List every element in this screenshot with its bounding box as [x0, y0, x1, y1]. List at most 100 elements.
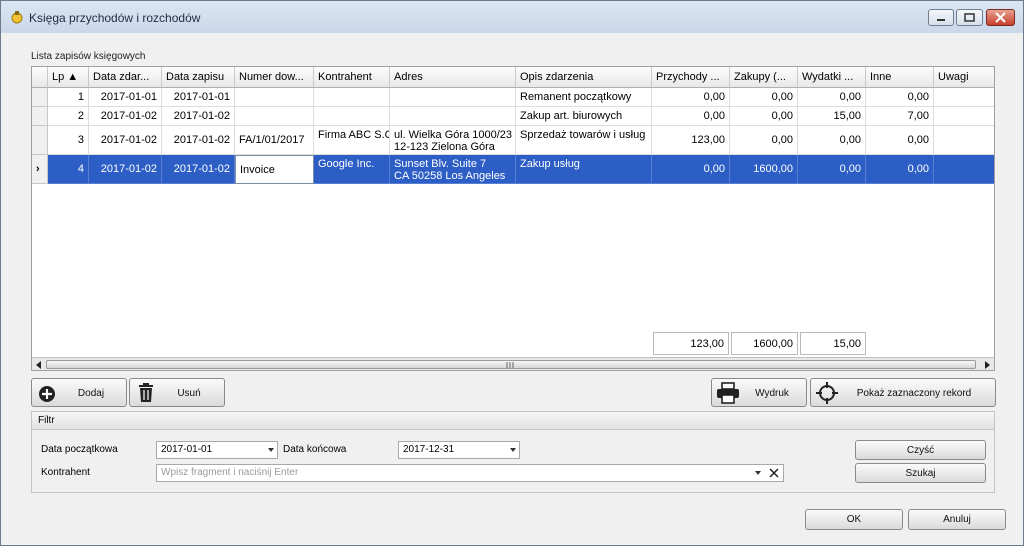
- cell-numer-editor[interactable]: Invoice: [235, 155, 314, 184]
- show-selected-button[interactable]: Pokaż zaznaczony rekord: [810, 378, 996, 407]
- end-date-picker[interactable]: 2017-12-31: [398, 441, 520, 459]
- ok-button[interactable]: OK: [805, 509, 903, 530]
- column-header-data-zdarzenia[interactable]: Data zdar...: [89, 67, 162, 88]
- clear-button[interactable]: Czyść: [855, 440, 986, 460]
- total-wydatki: 15,00: [800, 332, 866, 355]
- cell-data-zdarzenia: 2017-01-02: [89, 107, 162, 126]
- row-indicator: [32, 107, 48, 126]
- contractor-label: Kontrahent: [41, 467, 90, 478]
- title-bar[interactable]: Księga przychodów i rozchodów: [1, 1, 1023, 33]
- cell-numer: FA/1/01/2017: [235, 126, 314, 155]
- chevron-down-icon[interactable]: [510, 448, 516, 452]
- cell-adres: [390, 88, 516, 107]
- show-selected-button-label: Pokaż zaznaczony rekord: [856, 388, 972, 399]
- cell-adres: Sunset Blv. Suite 7 CA 50258 Los Angeles: [390, 155, 516, 184]
- cancel-button[interactable]: Anuluj: [908, 509, 1006, 530]
- row-indicator: [32, 88, 48, 107]
- cell-data-zapisu: 2017-01-01: [162, 88, 235, 107]
- cell-kontrahent: [314, 88, 390, 107]
- cell-inne: 0,00: [866, 155, 934, 184]
- row-indicator: [32, 126, 48, 155]
- close-button[interactable]: [986, 9, 1015, 26]
- column-header-data-zapisu[interactable]: Data zapisu: [162, 67, 235, 88]
- filter-panel: Filtr Data początkowa 2017-01-01 Data ko…: [31, 411, 995, 493]
- cell-zakupy: 0,00: [730, 88, 798, 107]
- search-button-label: Szukaj: [905, 468, 936, 479]
- column-header-wydatki[interactable]: Wydatki ...: [798, 67, 866, 88]
- clear-x-icon[interactable]: [769, 468, 779, 478]
- address-line-1: Sunset Blv. Suite 7: [394, 158, 487, 170]
- cell-data-zapisu: 2017-01-02: [162, 155, 235, 184]
- cell-kontrahent: Firma ABC S.C.: [314, 126, 390, 155]
- scrollbar-thumb[interactable]: [46, 360, 976, 369]
- ok-button-label: OK: [846, 514, 862, 525]
- cell-data-zapisu: 2017-01-02: [162, 126, 235, 155]
- cancel-button-label: Anuluj: [943, 514, 971, 525]
- cell-data-zapisu: 2017-01-02: [162, 107, 235, 126]
- search-button[interactable]: Szukaj: [855, 463, 986, 483]
- cell-uwagi: [934, 107, 994, 126]
- main-window: Księga przychodów i rozchodów Lista zapi…: [0, 0, 1024, 546]
- maximize-button[interactable]: [956, 9, 983, 26]
- cell-inne: 0,00: [866, 88, 934, 107]
- records-table[interactable]: Lp ▲ Data zdar... Data zapisu Numer dow.…: [31, 66, 995, 371]
- cell-wydatki: 15,00: [798, 107, 866, 126]
- cell-lp: 4: [48, 155, 89, 184]
- cell-opis: Sprzedaż towarów i usług: [516, 126, 652, 155]
- end-date-value: 2017-12-31: [403, 444, 455, 455]
- cell-numer: [235, 107, 314, 126]
- column-header-opis[interactable]: Opis zdarzenia: [516, 67, 652, 88]
- column-header-lp[interactable]: Lp ▲: [48, 67, 89, 88]
- remove-button-label: Usuń: [177, 388, 201, 399]
- minimize-icon: [937, 19, 945, 21]
- contractor-input[interactable]: Wpisz fragment i naciśnij Enter: [156, 464, 784, 482]
- minimize-button[interactable]: [928, 9, 954, 26]
- filter-title: Filtr: [32, 412, 994, 430]
- column-header-inne[interactable]: Inne: [866, 67, 934, 88]
- cell-adres: ul. Wielka Góra 1000/23 12-123 Zielona G…: [390, 126, 516, 155]
- grip-icon: [506, 362, 514, 368]
- column-header-adres[interactable]: Adres: [390, 67, 516, 88]
- start-date-label: Data początkowa: [41, 444, 118, 455]
- chevron-down-icon[interactable]: [268, 448, 274, 452]
- header-indicator: [32, 67, 48, 88]
- cell-lp: 1: [48, 88, 89, 107]
- cell-wydatki: 0,00: [798, 126, 866, 155]
- address-line-2: CA 50258 Los Angeles: [394, 170, 506, 182]
- column-header-zakupy[interactable]: Zakupy (...: [730, 67, 798, 88]
- end-date-label: Data końcowa: [283, 444, 347, 455]
- cell-przychody: 0,00: [652, 155, 730, 184]
- list-label: Lista zapisów księgowych: [31, 51, 146, 62]
- print-button[interactable]: Wydruk: [711, 378, 807, 407]
- maximize-icon: [964, 13, 975, 22]
- cell-uwagi: [934, 88, 994, 107]
- cell-zakupy: 0,00: [730, 126, 798, 155]
- cell-opis: Zakup art. biurowych: [516, 107, 652, 126]
- column-header-numer[interactable]: Numer dow...: [235, 67, 314, 88]
- cell-numer: [235, 88, 314, 107]
- chevron-down-icon[interactable]: [755, 471, 761, 475]
- add-button[interactable]: Dodaj: [31, 378, 127, 407]
- cell-wydatki: 0,00: [798, 155, 866, 184]
- print-button-label: Wydruk: [755, 388, 789, 399]
- horizontal-scrollbar[interactable]: [32, 357, 994, 370]
- column-header-przychody[interactable]: Przychody ...: [652, 67, 730, 88]
- add-button-label: Dodaj: [77, 388, 105, 399]
- total-zakupy: 1600,00: [731, 332, 798, 355]
- address-line-1: ul. Wielka Góra 1000/23: [394, 129, 513, 141]
- contractor-placeholder: Wpisz fragment i naciśnij Enter: [161, 467, 299, 478]
- app-icon: [11, 11, 23, 24]
- column-header-uwagi[interactable]: Uwagi: [934, 67, 994, 88]
- cell-opis: Zakup usług: [516, 155, 652, 184]
- scroll-left-icon[interactable]: [34, 360, 44, 370]
- cell-przychody: 123,00: [652, 126, 730, 155]
- start-date-value: 2017-01-01: [161, 444, 213, 455]
- start-date-picker[interactable]: 2017-01-01: [156, 441, 278, 459]
- cell-kontrahent: [314, 107, 390, 126]
- cell-lp: 2: [48, 107, 89, 126]
- clear-button-label: Czyść: [906, 445, 935, 456]
- remove-button[interactable]: Usuń: [129, 378, 225, 407]
- cell-lp: 3: [48, 126, 89, 155]
- scroll-right-icon[interactable]: [982, 360, 992, 370]
- column-header-kontrahent[interactable]: Kontrahent: [314, 67, 390, 88]
